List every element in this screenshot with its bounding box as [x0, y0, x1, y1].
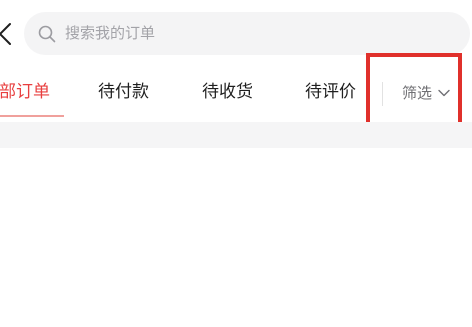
tab-pending-payment[interactable]: 待付款	[98, 81, 149, 103]
tab-all-orders[interactable]: 全部订单	[0, 81, 50, 103]
search-icon	[38, 25, 56, 43]
active-tab-indicator	[0, 115, 64, 117]
filter-label: 筛选	[402, 84, 433, 102]
order-list-area	[0, 148, 472, 327]
order-tab-bar: 全部订单 待付款 待收货 待评价 筛选	[0, 64, 472, 122]
chevron-left-icon[interactable]	[0, 22, 12, 46]
search-input[interactable]: 搜索我的订单	[24, 12, 470, 55]
tab-divider	[382, 82, 383, 106]
search-placeholder: 搜索我的订单	[65, 24, 156, 42]
filter-button[interactable]: 筛选	[386, 64, 472, 122]
tab-pending-receipt[interactable]: 待收货	[202, 81, 253, 103]
tab-pending-review[interactable]: 待评价	[305, 81, 356, 103]
section-separator	[0, 122, 472, 148]
order-list-screen: 搜索我的订单 全部订单 待付款 待收货 待评价 筛选	[0, 0, 472, 327]
chevron-down-icon	[438, 89, 450, 97]
